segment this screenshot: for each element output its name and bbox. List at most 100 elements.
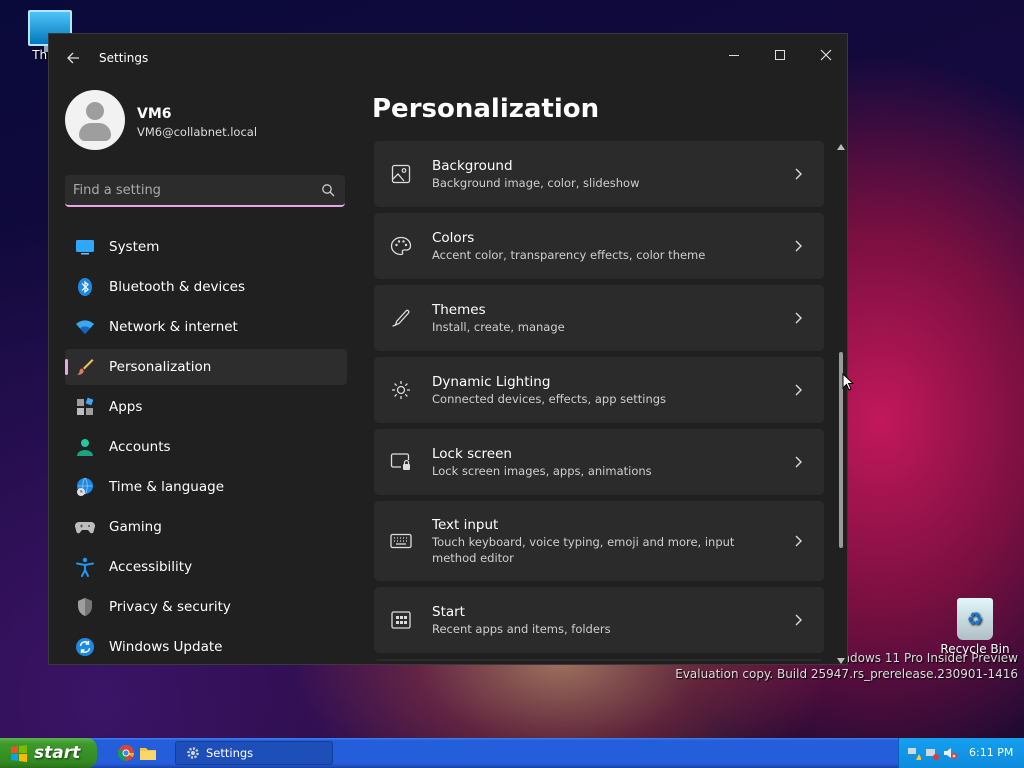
scroll-down-icon[interactable] [837, 658, 845, 664]
setting-subtitle: Background image, color, slideshow [432, 176, 640, 190]
settings-window: Settings VM6 VM6@collabnet.local System … [48, 33, 848, 665]
system-tray: 6:11 PM [898, 738, 1024, 768]
sidebar-item-label: Accounts [109, 439, 171, 455]
avatar [65, 90, 125, 150]
back-button[interactable] [63, 48, 83, 68]
maximize-button[interactable] [757, 40, 803, 70]
sidebar-item-label: Accessibility [109, 559, 193, 575]
watermark-build: Evaluation copy. Build 25947.rs_prerelea… [675, 667, 1018, 681]
setting-card-lock-screen[interactable]: Lock screen Lock screen images, apps, an… [374, 429, 824, 495]
sidebar-item-gaming[interactable]: Gaming [65, 509, 347, 545]
image-icon [390, 163, 412, 185]
watermark-edition: Windows 11 Pro Insider Preview [827, 651, 1018, 665]
start-button[interactable]: start [0, 738, 97, 768]
setting-card-dynamic-lighting[interactable]: Dynamic Lighting Connected devices, effe… [374, 357, 824, 423]
setting-subtitle: Accent color, transparency effects, colo… [432, 248, 706, 262]
content-scrollbar[interactable] [837, 144, 845, 664]
sidebar-item-personalization[interactable]: Personalization [65, 349, 347, 385]
sidebar-item-privacy[interactable]: Privacy & security [65, 589, 347, 625]
search-input[interactable] [73, 179, 313, 201]
setting-card-start[interactable]: Start Recent apps and items, folders [374, 587, 824, 653]
chevron-right-icon [790, 166, 806, 182]
chevron-right-icon [790, 454, 806, 470]
sidebar-item-windows-update[interactable]: Windows Update [65, 629, 347, 664]
minimize-icon [729, 54, 739, 56]
sidebar-item-accounts[interactable]: Accounts [65, 429, 347, 465]
window-title: Settings [99, 51, 149, 65]
setting-card-partial[interactable] [374, 659, 824, 661]
sidebar-item-system[interactable]: System [65, 229, 347, 265]
globe-clock-icon [75, 477, 95, 497]
recycle-bin-icon: ♻ [957, 598, 993, 640]
gear-icon [187, 747, 199, 759]
setting-subtitle: Lock screen images, apps, animations [432, 464, 652, 478]
accounts-icon [75, 437, 95, 457]
system-icon [75, 237, 95, 257]
chevron-right-icon [790, 533, 806, 549]
setting-title: Themes [432, 302, 486, 318]
pen-icon [390, 307, 412, 329]
setting-subtitle: Connected devices, effects, app settings [432, 392, 667, 406]
palette-icon [390, 235, 412, 257]
page-title: Personalization [372, 94, 600, 124]
search-icon[interactable] [321, 183, 335, 197]
brush-icon [75, 357, 95, 377]
close-button[interactable] [803, 40, 847, 70]
taskbar-item-settings[interactable]: Settings [175, 741, 333, 765]
setting-title: Text input [432, 517, 499, 533]
sidebar-item-network[interactable]: Network & internet [65, 309, 347, 345]
setting-title: Dynamic Lighting [432, 374, 551, 390]
accessibility-icon [75, 557, 95, 577]
wifi-icon [75, 317, 95, 337]
title-bar[interactable]: Settings [49, 34, 847, 82]
network-warning-icon[interactable] [907, 746, 921, 760]
volume-muted-icon[interactable] [943, 746, 957, 760]
apps-icon [75, 397, 95, 417]
sidebar-item-label: Gaming [109, 519, 162, 535]
gamepad-icon [75, 517, 95, 537]
taskbar-item-label: Settings [206, 746, 254, 760]
sidebar-item-label: System [109, 239, 160, 255]
sidebar-item-label: Privacy & security [109, 599, 231, 615]
sidebar-item-accessibility[interactable]: Accessibility [65, 549, 347, 585]
setting-subtitle: Touch keyboard, voice typing, emoji and … [432, 535, 735, 565]
setting-title: Background [432, 158, 513, 174]
setting-card-themes[interactable]: Themes Install, create, manage [374, 285, 824, 351]
minimize-button[interactable] [711, 40, 757, 70]
user-profile[interactable]: VM6 VM6@collabnet.local [65, 90, 345, 154]
settings-list: Background Background image, color, slid… [374, 141, 824, 661]
close-icon [820, 49, 832, 61]
windows-flag-icon [11, 745, 27, 762]
folder-icon[interactable] [139, 744, 157, 762]
lock-screen-icon [390, 451, 412, 473]
chevron-right-icon [790, 382, 806, 398]
setting-card-text-input[interactable]: Text input Touch keyboard, voice typing,… [374, 501, 824, 581]
sidebar-item-time-language[interactable]: Time & language [65, 469, 347, 505]
desktop-icon-recycle-bin[interactable]: ♻ Recycle Bin [935, 598, 1015, 656]
setting-card-colors[interactable]: Colors Accent color, transparency effect… [374, 213, 824, 279]
search-box[interactable] [65, 175, 345, 207]
back-arrow-icon [67, 52, 79, 64]
chevron-right-icon [790, 238, 806, 254]
sidebar-item-bluetooth[interactable]: Bluetooth & devices [65, 269, 347, 305]
user-name: VM6 [137, 106, 172, 122]
setting-subtitle: Recent apps and items, folders [432, 622, 611, 636]
sidebar-item-apps[interactable]: Apps [65, 389, 347, 425]
scroll-up-icon[interactable] [837, 144, 845, 150]
sidebar-item-label: Bluetooth & devices [109, 279, 246, 295]
lighting-icon [390, 379, 412, 401]
taskbar: start Settings 6:11 PM [0, 738, 1024, 768]
sidebar-item-label: Windows Update [109, 639, 223, 655]
maximize-icon [775, 50, 785, 60]
chrome-icon[interactable] [117, 744, 135, 762]
chevron-right-icon [790, 612, 806, 628]
update-icon [75, 637, 95, 657]
network-disconnected-icon[interactable] [925, 746, 939, 760]
setting-title: Colors [432, 230, 475, 246]
clock[interactable]: 6:11 PM [969, 746, 1013, 759]
start-label: start [34, 743, 81, 763]
user-email: VM6@collabnet.local [137, 125, 258, 139]
start-icon [390, 609, 412, 631]
setting-card-background[interactable]: Background Background image, color, slid… [374, 141, 824, 207]
sidebar-nav: System Bluetooth & devices Network & int… [65, 229, 347, 664]
